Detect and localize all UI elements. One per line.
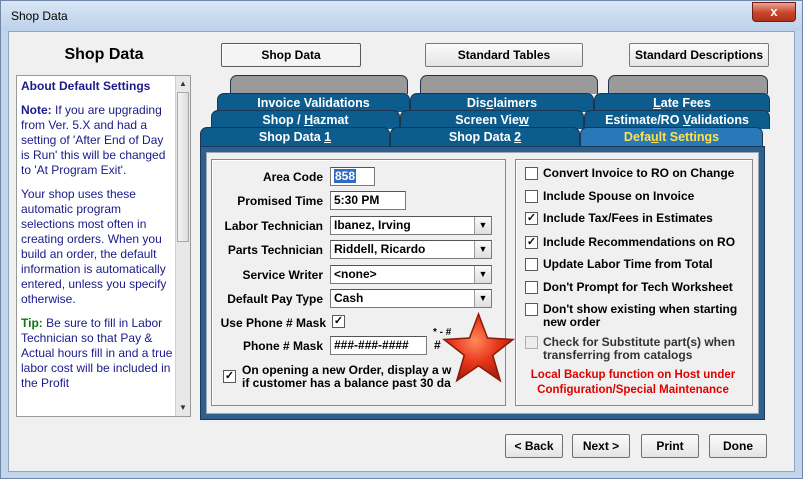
back-button[interactable]: < Back: [505, 434, 563, 458]
help-panel: About Default Settings Note: If you are …: [16, 75, 191, 417]
include-tax-checkbox[interactable]: ✓: [525, 212, 538, 225]
backup-warning-line2: Configuration/Special Maintenance: [537, 384, 729, 396]
backup-warning: Local Backup function on Host under Conf…: [528, 368, 738, 398]
help-title: About Default Settings: [21, 79, 151, 93]
use-phone-mask-checkbox[interactable]: ✓: [332, 315, 345, 328]
star-icon: [441, 311, 516, 383]
area-code-value: 858: [334, 169, 357, 183]
tab-default-settings-text-b: u: [651, 130, 659, 144]
tab-shop-data-2-text-a: Shop Data: [448, 130, 515, 144]
tab-shop-data-1-text-b: 1: [324, 130, 332, 144]
help-tip: Tip: Be sure to fill in Labor Technician…: [21, 316, 174, 391]
help-note: Note: If you are upgrading from Ver. 5.X…: [21, 103, 174, 178]
help-text: About Default Settings Note: If you are …: [21, 79, 174, 400]
phone-mask-label: Phone # Mask: [242, 339, 323, 353]
tab-shop-data-2-text-b: 2: [514, 130, 522, 144]
include-spouse-checkbox[interactable]: [525, 190, 538, 203]
default-pay-type-value: Cash: [334, 291, 364, 305]
tab-late-fees-text-b: ate Fees: [660, 96, 711, 110]
tab-disclaimers-text-a: Dis: [466, 96, 487, 110]
labor-technician-label: Labor Technician: [224, 219, 323, 233]
dont-show-existing-checkbox[interactable]: [525, 303, 538, 316]
phone-mask-extra: #: [434, 338, 441, 352]
shop-data-button[interactable]: Shop Data: [221, 43, 361, 67]
default-pay-type-select[interactable]: Cash ▼: [330, 289, 492, 308]
service-writer-label: Service Writer: [242, 268, 324, 282]
tab-estimate-ro-text-a: Estimate/RO: [605, 113, 683, 127]
tab-estimate-ro-text-c: alidations: [690, 113, 749, 127]
area-code-input[interactable]: 858: [330, 167, 375, 186]
convert-invoice-checkbox[interactable]: [525, 167, 538, 180]
update-labor-checkbox[interactable]: [525, 258, 538, 271]
help-scrollbar[interactable]: ▲ ▼: [175, 76, 190, 416]
title-bar: Shop Data x: [1, 1, 802, 31]
tab-screen-view-text-b: w: [518, 113, 529, 127]
standard-descriptions-button[interactable]: Standard Descriptions: [629, 43, 769, 67]
include-recommendations-label: Include Recommendations on RO: [543, 235, 736, 249]
parts-technician-label: Parts Technician: [227, 243, 323, 257]
tab-shop-data-1[interactable]: Shop Data 1: [200, 127, 390, 146]
tab-shop-hazmat-text-b: H: [304, 113, 314, 127]
scroll-up-icon[interactable]: ▲: [178, 78, 188, 90]
tab-screen-view-text-a: Screen Vie: [455, 113, 519, 127]
balance-warning-line1: On opening a new Order, display a w: [242, 364, 452, 377]
tab-grey-back-1: [230, 75, 408, 94]
backup-warning-line1: Local Backup function on Host under: [530, 369, 736, 381]
tab-default-settings-text-c: lt Settings: [658, 130, 720, 144]
tab-grey-back-3: [608, 75, 768, 94]
tip-label: Tip:: [21, 316, 43, 330]
use-phone-mask-label: Use Phone # Mask: [220, 316, 326, 330]
tab-default-settings[interactable]: Default Settings: [580, 127, 763, 148]
note-label: Note:: [21, 103, 52, 117]
tab-default-settings-text-a: Defa: [623, 130, 652, 144]
scroll-down-icon[interactable]: ▼: [178, 402, 188, 414]
help-paragraph: Your shop uses these automatic program s…: [21, 187, 167, 306]
shop-data-window: Shop Data x Shop Data Shop Data Standard…: [0, 0, 803, 479]
chevron-down-icon[interactable]: ▼: [474, 266, 491, 283]
page-title: Shop Data: [64, 46, 144, 63]
include-tax-label: Include Tax/Fees in Estimates: [543, 211, 713, 225]
next-button[interactable]: Next >: [572, 434, 630, 458]
parts-technician-select[interactable]: Riddell, Ricardo ▼: [330, 240, 492, 259]
window-title: Shop Data: [11, 9, 68, 23]
area-code-label: Area Code: [262, 170, 323, 184]
tab-shop-hazmat-text-a: Shop /: [262, 113, 305, 127]
tab-late-fees-text-a: L: [653, 96, 661, 110]
chevron-down-icon[interactable]: ▼: [474, 290, 491, 307]
check-substitute-line2: transferring from catalogs: [543, 348, 693, 362]
convert-invoice-label: Convert Invoice to RO on Change: [543, 166, 735, 180]
labor-technician-select[interactable]: Ibanez, Irving ▼: [330, 216, 492, 235]
standard-tables-button[interactable]: Standard Tables: [425, 43, 583, 67]
dont-prompt-label: Don't Prompt for Tech Worksheet: [543, 280, 733, 294]
promised-time-label: Promised Time: [237, 194, 323, 208]
dont-show-existing-line2: new order: [543, 315, 601, 329]
balance-warning-line2: if customer has a balance past 30 da: [242, 377, 451, 390]
scroll-thumb[interactable]: [177, 92, 189, 242]
include-recommendations-checkbox[interactable]: ✓: [525, 236, 538, 249]
close-button[interactable]: x: [752, 2, 796, 22]
parts-technician-value: Riddell, Ricardo: [334, 242, 426, 256]
labor-technician-value: Ibanez, Irving: [334, 218, 411, 232]
tip-text: Be sure to fill in Labor Technician so t…: [21, 316, 173, 390]
tab-shop-hazmat-text-c: azmat: [313, 113, 349, 127]
default-pay-type-label: Default Pay Type: [227, 292, 323, 306]
service-writer-value: <none>: [334, 267, 377, 281]
chevron-down-icon[interactable]: ▼: [474, 241, 491, 258]
check-substitute-checkbox[interactable]: [525, 336, 538, 349]
tab-shop-data-1-text-a: Shop Data: [258, 130, 325, 144]
include-spouse-label: Include Spouse on Invoice: [543, 189, 695, 203]
promised-time-input[interactable]: 5:30 PM: [330, 191, 406, 210]
tab-disclaimers-text-c: laimers: [493, 96, 538, 110]
tab-estimate-ro-text-b: V: [682, 113, 691, 127]
tab-shop-data-2[interactable]: Shop Data 2: [390, 127, 580, 146]
dont-prompt-checkbox[interactable]: [525, 281, 538, 294]
phone-mask-input[interactable]: ###-###-####: [330, 336, 427, 355]
tab-grey-back-2: [420, 75, 598, 94]
update-labor-label: Update Labor Time from Total: [543, 257, 713, 271]
print-button[interactable]: Print: [641, 434, 699, 458]
done-button[interactable]: Done: [709, 434, 767, 458]
balance-warning-checkbox[interactable]: ✓: [223, 370, 236, 383]
chevron-down-icon[interactable]: ▼: [474, 217, 491, 234]
service-writer-select[interactable]: <none> ▼: [330, 265, 492, 284]
